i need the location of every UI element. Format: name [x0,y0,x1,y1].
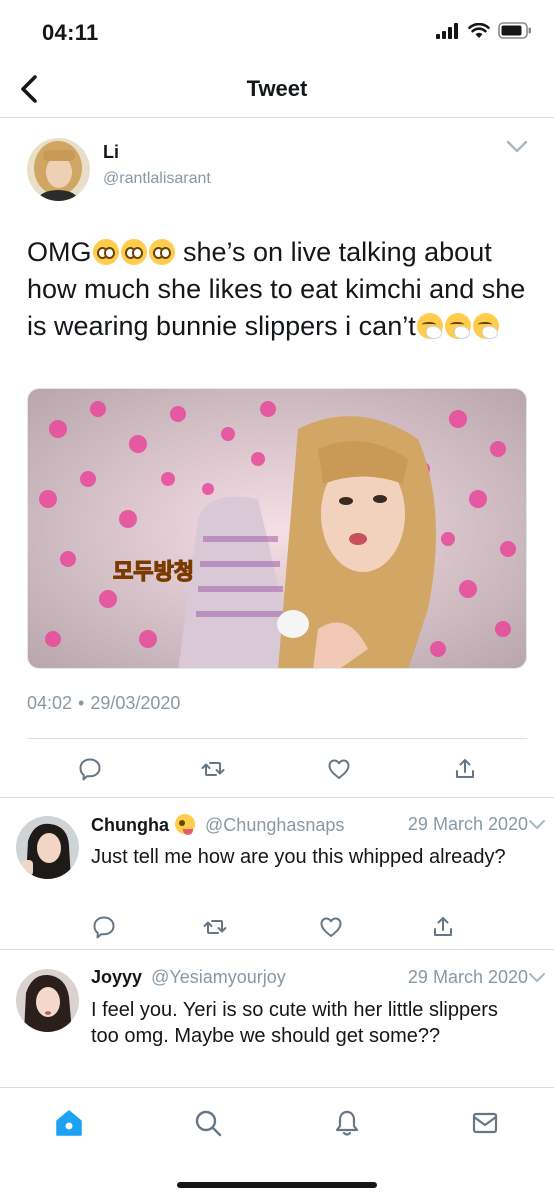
reply-icon [79,758,101,781]
like-button[interactable] [326,756,352,782]
tweet-actions [0,750,554,786]
page-title: Tweet [246,76,308,101]
pleading-face-icon [92,239,119,265]
status-time: 04:11 [42,20,99,45]
like-button[interactable] [318,914,344,940]
author-avatar[interactable] [27,138,90,201]
wifi-icon [468,22,490,38]
search-icon [195,1110,222,1137]
zany-face-icon [175,814,196,835]
status-icons [436,22,532,39]
reply-text: I feel you. Yeri is so cute with her lit… [91,999,498,1047]
author-handle[interactable]: @rantlalisarant [103,170,211,188]
tab-bar [0,1087,554,1200]
reply-author-handle[interactable]: @Yesiamyourjoy [151,967,286,987]
pleading-face-icon [148,239,175,265]
share-button[interactable] [452,756,478,782]
reply-menu-button[interactable] [528,971,546,989]
reply-text: Just tell me how are you this whipped al… [91,846,506,868]
reply-author-name[interactable]: Joyyy [91,967,142,987]
home-indicator[interactable] [177,1182,377,1188]
signal-icon [436,22,458,39]
pleading-face-icon [120,239,147,265]
tweet-menu-button[interactable] [506,140,528,159]
tweet-text: OMG she’s on live talking about how much… [27,234,527,345]
reply-date: 29 March 2020 [407,967,528,987]
share-button[interactable] [430,914,456,940]
sneezing-face-icon [444,313,471,339]
chevron-down-icon [529,820,545,829]
chevron-down-icon [506,140,528,153]
tweet-timestamp: 04:02 • 29/03/2020 [27,693,180,714]
tweet-date: 29/03/2020 [90,693,181,713]
like-icon [320,917,342,937]
retweet-button[interactable] [202,914,228,940]
tweet-image[interactable]: 모두방청 [27,388,527,669]
reply-date: 29 March 2020 [407,814,528,834]
divider [27,738,527,739]
messages-icon [472,1112,498,1134]
status-bar: 04:11 [0,0,554,62]
tab-notifications[interactable] [330,1106,364,1140]
reply-button[interactable] [77,756,103,782]
image-caption-overlay: 모두방청 [113,560,194,585]
chevron-down-icon [529,973,545,982]
reply-button[interactable] [91,914,117,940]
tweet-text-part-1: OMG [27,237,92,267]
like-icon [328,759,350,779]
sneezing-face-icon [472,313,499,339]
meta-separator: • [78,693,85,713]
reply-author-name[interactable]: Chungha [91,815,169,835]
notifications-icon [335,1110,359,1136]
retweet-icon [201,762,225,776]
battery-icon [498,22,531,39]
reply-menu-button[interactable] [528,818,546,836]
tweet-time: 04:02 [27,693,73,713]
reply-actions [0,908,554,940]
tab-home[interactable] [52,1106,86,1140]
retweet-icon [203,920,227,934]
reply-author-handle[interactable]: @Chunghasnaps [205,815,344,835]
avatar[interactable] [16,969,79,1032]
share-icon [434,917,452,936]
main-tweet: Li @rantlalisarant OMG she’s on live tal… [0,118,554,798]
share-icon [456,759,474,778]
home-icon [56,1110,82,1136]
tab-messages[interactable] [468,1106,502,1140]
sneezing-face-icon [416,313,443,339]
nav-header: Tweet [0,62,554,118]
reply-icon [93,916,115,939]
retweet-button[interactable] [200,756,226,782]
tab-search[interactable] [191,1106,225,1140]
avatar[interactable] [16,816,79,879]
author-name[interactable]: Li [103,142,119,163]
reply-item[interactable]: Chungha @Chunghasnaps 29 March 2020 Just… [0,798,554,950]
reply-item[interactable]: Joyyy @Yesiamyourjoy 29 March 2020 I fee… [0,951,554,1087]
